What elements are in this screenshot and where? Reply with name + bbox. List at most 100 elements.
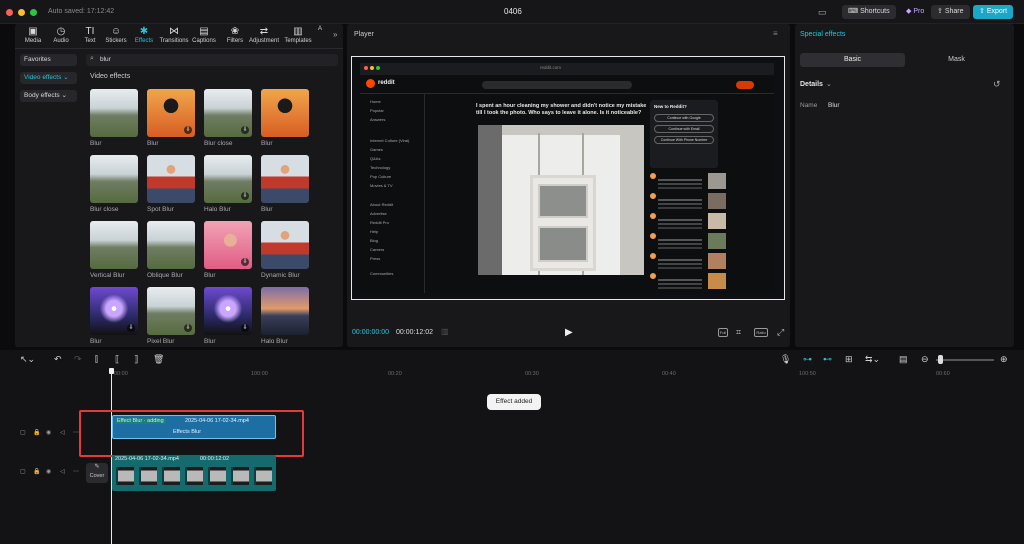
effect-label: Blur close: [204, 140, 233, 147]
ratio-button[interactable]: Ratio: [754, 328, 768, 337]
effect-thumbnail[interactable]: ⇩: [147, 89, 195, 137]
audio-icon[interactable]: ◁: [60, 429, 65, 436]
reset-icon[interactable]: ↺: [993, 79, 1001, 90]
cover-button[interactable]: ✎ Cover: [86, 463, 108, 483]
select-tool-icon[interactable]: ↖⌄: [20, 354, 35, 365]
stickers-icon: ☺: [110, 26, 122, 37]
download-icon[interactable]: ⇩: [241, 324, 249, 332]
effect-thumbnail[interactable]: [147, 155, 195, 203]
effect-thumbnail[interactable]: [90, 221, 138, 269]
effect-thumbnail[interactable]: [147, 221, 195, 269]
effect-thumbnail[interactable]: ⇩: [204, 89, 252, 137]
zoom-slider-handle[interactable]: [938, 355, 943, 364]
search-icon: ⌕: [90, 55, 94, 62]
more-icon[interactable]: ⋯: [73, 468, 79, 475]
video-clip[interactable]: 2025-04-06 17-02-34.mp4 00:00:12:02: [112, 455, 276, 491]
effect-thumbnail[interactable]: ⇩: [147, 287, 195, 335]
shortcuts-button[interactable]: ⌨ Shortcuts: [842, 5, 896, 19]
tab-captions[interactable]: ▤ Captions: [189, 26, 219, 44]
tab-templates[interactable]: ▥ Templates: [283, 26, 313, 44]
effect-thumbnail[interactable]: ⇩: [204, 287, 252, 335]
layout-icon[interactable]: ▭: [818, 7, 827, 18]
zoom-in-icon[interactable]: ⊕: [1000, 354, 1008, 365]
delete-left-icon[interactable]: ⟦: [115, 354, 119, 365]
adjustment-icon: ⇄: [259, 26, 269, 37]
sidebar-item-favorites[interactable]: Favorites: [20, 54, 77, 66]
autosave-status: Auto saved: 17:12:42: [48, 8, 115, 15]
download-icon[interactable]: ⇩: [184, 324, 192, 332]
fullscreen-icon[interactable]: ⤢: [777, 327, 784, 338]
full-quality-button[interactable]: Full: [718, 328, 728, 337]
feed-thumbnail: [708, 233, 726, 249]
snapshot-icon[interactable]: ⌗: [736, 327, 741, 338]
download-icon[interactable]: ⇩: [184, 126, 192, 134]
export-button[interactable]: ⇧ Export: [973, 5, 1014, 19]
reddit-logo-icon: [366, 79, 375, 88]
split-icon[interactable]: ⫿: [95, 354, 98, 365]
linkage-icon[interactable]: ⊞: [845, 354, 853, 365]
eye-icon[interactable]: ◉: [46, 429, 51, 436]
tab-filters[interactable]: ❀ Filters: [220, 26, 250, 44]
expand-tabs-icon[interactable]: »: [333, 30, 337, 39]
player-menu-icon[interactable]: ≡: [773, 29, 778, 38]
maximize-window-button[interactable]: [30, 9, 37, 16]
eye-icon[interactable]: ◉: [46, 468, 51, 475]
caption-icon[interactable]: ▤: [899, 354, 908, 365]
effect-thumbnail[interactable]: [261, 89, 309, 137]
preview-axis-icon[interactable]: ⇆⌄: [865, 354, 880, 365]
download-icon[interactable]: ⇩: [241, 258, 249, 266]
effect-thumbnail[interactable]: ⇩: [90, 287, 138, 335]
sidebar-item-video-effects[interactable]: Video effects ⌄: [20, 72, 77, 84]
delete-right-icon[interactable]: ⟧: [134, 354, 138, 365]
download-icon[interactable]: ⇩: [241, 126, 249, 134]
effect-thumbnail[interactable]: ⇩: [204, 155, 252, 203]
share-button[interactable]: ⇪ Share: [931, 5, 970, 19]
play-button[interactable]: ▶: [565, 327, 573, 338]
minimize-window-button[interactable]: [18, 9, 25, 16]
effect-thumbnail[interactable]: [261, 155, 309, 203]
undo-icon[interactable]: ↶: [54, 354, 62, 365]
track-thumbnail-icon[interactable]: ▢: [20, 468, 26, 475]
browser-url: reddit.com: [540, 65, 562, 70]
effect-thumbnail[interactable]: [261, 221, 309, 269]
trash-icon[interactable]: 🗑: [153, 354, 164, 365]
close-window-button[interactable]: [6, 9, 13, 16]
tab-media[interactable]: ▣ Media: [18, 26, 48, 44]
redo-icon[interactable]: ↷: [74, 354, 82, 365]
reddit-nav-item: Games: [370, 147, 383, 152]
pro-button[interactable]: ◆ Pro: [900, 5, 930, 19]
timecode-mode-icon[interactable]: ▥: [441, 327, 449, 336]
tab-stickers[interactable]: ☺ Stickers: [101, 26, 131, 44]
zoom-slider[interactable]: [936, 359, 994, 361]
lock-icon[interactable]: 🔒: [33, 429, 40, 436]
lock-icon[interactable]: 🔒: [33, 468, 40, 475]
main-track-magnet-icon[interactable]: ⊶: [803, 354, 812, 365]
zoom-out-icon[interactable]: ⊖: [921, 354, 929, 365]
tab-adjustment[interactable]: ⇄ Adjustment: [249, 26, 279, 44]
audio-icon[interactable]: ◁: [60, 468, 65, 475]
track-thumbnail-icon[interactable]: ▢: [20, 429, 26, 436]
download-icon[interactable]: ⇩: [241, 192, 249, 200]
effect-thumbnail[interactable]: ⇩: [204, 221, 252, 269]
search-input[interactable]: blur: [100, 56, 111, 63]
search-box[interactable]: ⌕ blur: [86, 54, 338, 66]
tab-audio[interactable]: ◷ Audio: [46, 26, 76, 44]
chevron-down-icon[interactable]: ⌄: [826, 80, 832, 88]
effect-thumbnail[interactable]: [261, 287, 309, 335]
feed-thumbnail: [708, 273, 726, 289]
effect-thumbnail[interactable]: [90, 155, 138, 203]
tab-label: Stickers: [105, 38, 127, 44]
tab-transitions[interactable]: ⋈ Transitions: [159, 26, 189, 44]
tab-label: Adjustment: [249, 38, 280, 44]
tab-effects[interactable]: ✱ Effects: [129, 26, 159, 44]
sidebar-item-body-effects[interactable]: Body effects ⌄: [20, 90, 77, 102]
shortcuts-label: Shortcuts: [860, 8, 890, 15]
tab-mask[interactable]: Mask: [905, 53, 1008, 67]
microphone-icon[interactable]: 🎙: [780, 354, 791, 365]
auto-snap-icon[interactable]: ⊷: [823, 354, 832, 365]
effect-thumbnail[interactable]: [90, 89, 138, 137]
title-bar: Auto saved: 17:12:42 0406 ▭ ⌨ Shortcuts …: [0, 0, 1024, 24]
tab-a[interactable]: A: [315, 26, 325, 32]
download-icon[interactable]: ⇩: [127, 324, 135, 332]
tab-basic[interactable]: Basic: [800, 53, 905, 67]
